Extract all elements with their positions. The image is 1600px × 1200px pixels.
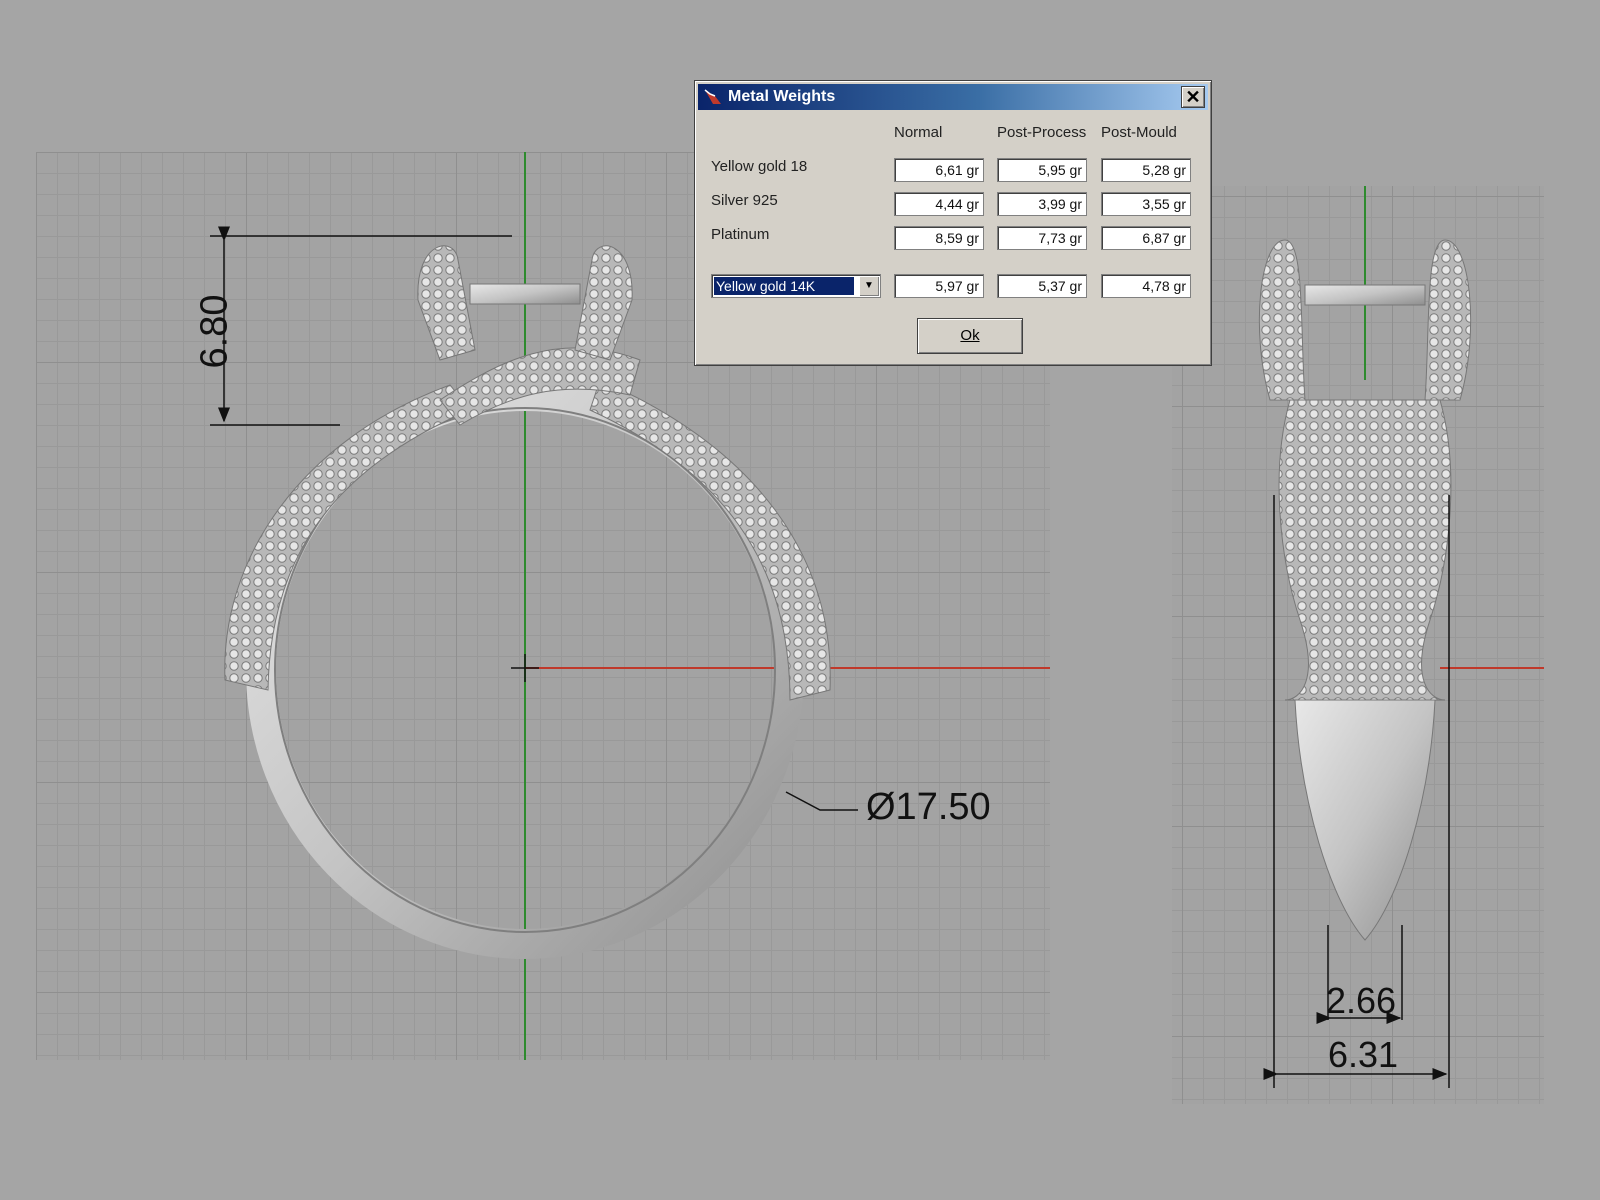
close-icon: ✕: [1185, 87, 1201, 107]
weight-field[interactable]: 5,97 gr: [894, 274, 984, 298]
row-label-silver-925: Silver 925: [711, 192, 778, 209]
weight-field[interactable]: 5,95 gr: [997, 158, 1087, 182]
close-button[interactable]: ✕: [1181, 86, 1205, 108]
weight-field[interactable]: 3,99 gr: [997, 192, 1087, 216]
chevron-down-icon[interactable]: ▼: [859, 276, 879, 296]
column-header-post-mould: Post-Mould: [1101, 124, 1177, 141]
app-logo-icon: [704, 89, 721, 104]
row-label-yellow-gold-18: Yellow gold 18: [711, 158, 808, 175]
metal-select[interactable]: Yellow gold 14K ▼: [711, 274, 881, 298]
ok-button[interactable]: Ok: [917, 318, 1023, 354]
column-header-post-process: Post-Process: [997, 124, 1087, 141]
inner-width-dimension-label: 2.66: [1326, 980, 1397, 1021]
weight-field[interactable]: 7,73 gr: [997, 226, 1087, 250]
origin-crosshair-icon: [511, 654, 539, 682]
weight-field[interactable]: 3,55 gr: [1101, 192, 1191, 216]
row-label-platinum: Platinum: [711, 226, 770, 243]
weight-field[interactable]: 8,59 gr: [894, 226, 984, 250]
weight-field[interactable]: 5,37 gr: [997, 274, 1087, 298]
weight-field[interactable]: 6,61 gr: [894, 158, 984, 182]
diameter-dimension-label: Ø17.50: [866, 786, 991, 828]
weight-field[interactable]: 5,28 gr: [1101, 158, 1191, 182]
height-dimension-label: 6.80: [193, 294, 236, 369]
weight-field[interactable]: 4,44 gr: [894, 192, 984, 216]
dialog-title: Metal Weights: [728, 88, 836, 105]
metal-select-value: Yellow gold 14K: [714, 277, 854, 295]
outer-width-dimension-label: 6.31: [1328, 1034, 1399, 1075]
weight-field[interactable]: 6,87 gr: [1101, 226, 1191, 250]
metal-weights-dialog[interactable]: Metal Weights ✕ Normal Post-Process Post…: [694, 80, 1212, 366]
diameter-leader: [785, 791, 858, 811]
weight-field[interactable]: 4,78 gr: [1101, 274, 1191, 298]
column-header-normal: Normal: [894, 124, 943, 141]
dialog-titlebar[interactable]: Metal Weights ✕: [698, 84, 1208, 110]
